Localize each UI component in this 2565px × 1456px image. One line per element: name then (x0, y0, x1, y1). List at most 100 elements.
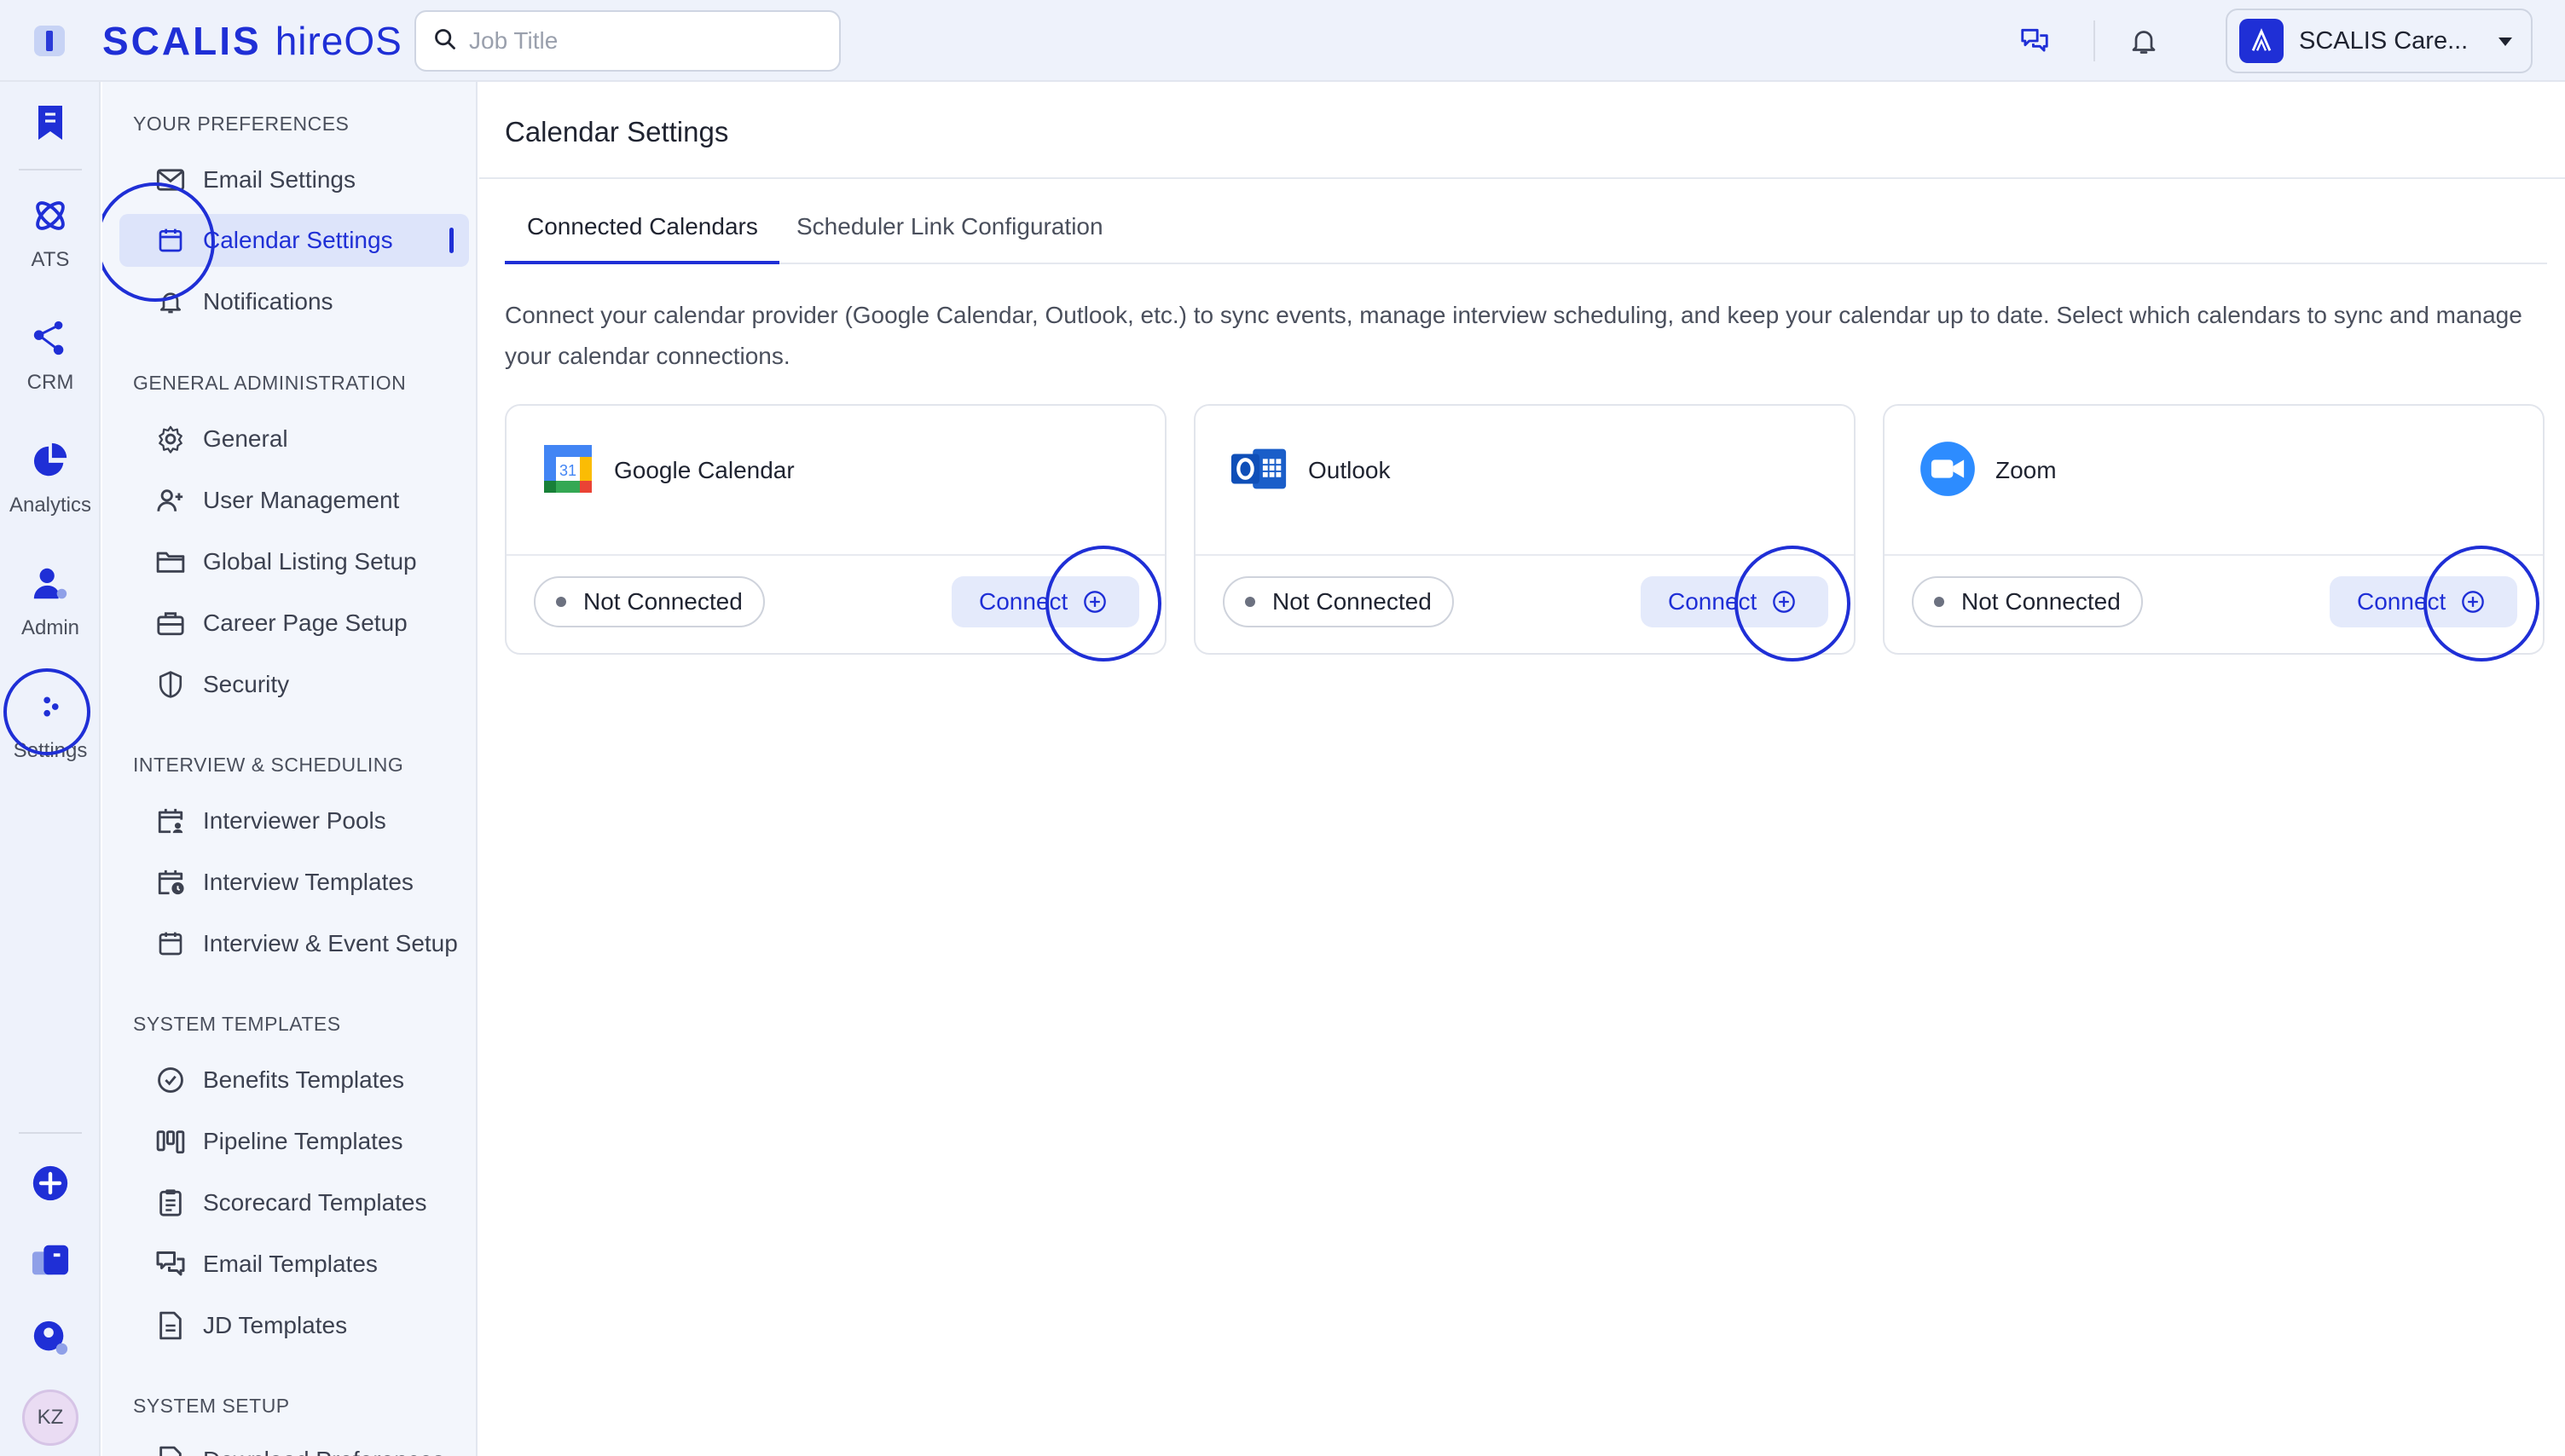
calendar-clock-icon (153, 865, 188, 899)
rail-item-create[interactable] (0, 1164, 101, 1206)
provider-name: Zoom (1995, 457, 2057, 483)
page-title: Calendar Settings (505, 116, 729, 147)
section-title-system-setup: SYSTEM SETUP (133, 1395, 290, 1417)
provider-card-outlook: Outlook Not Connected Connect (1194, 404, 1856, 662)
sidebar-toggle-icon[interactable] (34, 26, 65, 56)
sidebar-item-label: Interview Templates (203, 869, 414, 895)
messages-icon[interactable] (2016, 22, 2053, 60)
account-switcher[interactable]: SCALIS Care... (2226, 9, 2533, 73)
search-input[interactable] (469, 27, 827, 55)
sidebar-item-label: Benefits Templates (203, 1066, 405, 1093)
active-indicator (449, 228, 454, 253)
sidebar-item-user-management[interactable]: User Management (119, 474, 469, 527)
rail-item-analytics[interactable]: Analytics (0, 442, 101, 517)
user-plus-icon (153, 483, 188, 517)
tab-label: Connected Calendars (527, 213, 758, 240)
clipboard-icon (153, 1186, 188, 1220)
sidebar-item-label: Pipeline Templates (203, 1128, 403, 1154)
tab-label: Scheduler Link Configuration (796, 213, 1103, 240)
search-icon (433, 27, 457, 55)
avatar-initials: KZ (22, 1390, 78, 1446)
app-rail: ATS CRM Analytics Admin Settings KZ (0, 82, 101, 1456)
rail-item-profile-settings[interactable] (0, 1318, 101, 1361)
rail-item-inbox[interactable] (0, 1241, 101, 1283)
bell-icon[interactable] (2125, 22, 2163, 60)
rail-item-jobs[interactable] (0, 104, 101, 146)
card-divider (1196, 554, 1854, 556)
svg-text:31: 31 (559, 462, 576, 479)
sidebar-item-career-page-setup[interactable]: Career Page Setup (119, 597, 469, 650)
card-divider (507, 554, 1165, 556)
connect-label: Connect (2357, 588, 2446, 615)
status-text: Not Connected (1272, 588, 1432, 615)
connect-button-zoom[interactable]: Connect (2330, 576, 2517, 627)
plus-circle-icon (1772, 590, 1796, 614)
rail-item-settings[interactable]: Settings (0, 687, 101, 763)
topbar-divider (2093, 20, 2095, 61)
provider-name: Google Calendar (614, 457, 795, 483)
rail-divider (19, 1132, 82, 1134)
zoom-icon (1919, 440, 1977, 502)
sidebar-item-label: Email Settings (203, 166, 356, 193)
sidebar-item-label: Notifications (203, 288, 333, 315)
atom-icon (31, 196, 70, 240)
mail-icon (153, 163, 188, 197)
document-icon (153, 1443, 188, 1456)
connect-button-outlook[interactable]: Connect (1641, 576, 1828, 627)
user-avatar[interactable]: KZ (0, 1390, 101, 1446)
sidebar-item-notifications[interactable]: Notifications (119, 275, 469, 328)
plus-circle-icon (1083, 590, 1107, 614)
logo-product: hireOS (275, 19, 402, 63)
page-description: Connect your calendar provider (Google C… (505, 302, 2522, 369)
network-icon (31, 319, 70, 362)
sidebar-item-label: Security (203, 671, 290, 697)
section-title-preferences: YOUR PREFERENCES (133, 113, 350, 135)
sidebar-item-interview-event-setup[interactable]: Interview & Event Setup (119, 917, 469, 970)
calendar-user-icon (153, 804, 188, 838)
rail-item-ats[interactable]: ATS (0, 196, 101, 272)
calendar-icon (153, 927, 188, 961)
connect-label: Connect (979, 588, 1068, 615)
sidebar-item-email-settings[interactable]: Email Settings (119, 153, 469, 206)
pipeline-icon (153, 1124, 188, 1158)
rail-label-crm: CRM (26, 371, 74, 394)
tab-connected-calendars[interactable]: Connected Calendars (505, 210, 779, 264)
sidebar-item-email-templates[interactable]: Email Templates (119, 1238, 469, 1291)
sidebar-item-global-listing-setup[interactable]: Global Listing Setup (119, 535, 469, 588)
bell-icon (153, 285, 188, 319)
status-dot-icon (1245, 597, 1255, 607)
sidebar-item-benefits-templates[interactable]: Benefits Templates (119, 1054, 469, 1106)
sidebar-item-label: Calendar Settings (203, 227, 393, 253)
status-badge: Not Connected (1912, 576, 2143, 627)
google-calendar-icon: 31 (541, 442, 595, 500)
title-divider (479, 177, 2565, 179)
bookmark-icon (33, 104, 67, 146)
section-title-general-admin: GENERAL ADMINISTRATION (133, 372, 407, 394)
rail-label-admin: Admin (20, 616, 80, 639)
account-name: SCALIS Care... (2299, 26, 2469, 55)
app-logo[interactable]: SCALIS hireOS (102, 17, 402, 65)
sidebar-item-label: Interview & Event Setup (203, 930, 458, 956)
rail-item-admin[interactable]: Admin (0, 564, 101, 640)
outlook-icon (1230, 442, 1289, 500)
search-box[interactable] (414, 10, 841, 72)
rail-item-crm[interactable]: CRM (0, 319, 101, 395)
gear-icon (153, 422, 188, 456)
sidebar-item-calendar-settings[interactable]: Calendar Settings (119, 214, 469, 267)
sidebar-item-security[interactable]: Security (119, 658, 469, 711)
status-dot-icon (556, 597, 566, 607)
sidebar-item-jd-templates[interactable]: JD Templates (119, 1299, 469, 1352)
sidebar-item-scorecard-templates[interactable]: Scorecard Templates (119, 1176, 469, 1229)
sidebar-item-interviewer-pools[interactable]: Interviewer Pools (119, 794, 469, 847)
provider-card-zoom: Zoom Not Connected Connect (1883, 404, 2545, 662)
briefcase-icon (153, 606, 188, 640)
tab-scheduler-link-configuration[interactable]: Scheduler Link Configuration (796, 210, 1103, 264)
sidebar-item-label: Interviewer Pools (203, 807, 386, 834)
sidebar-item-download-preferences[interactable]: Download Preferences (119, 1434, 469, 1456)
sidebar-item-interview-templates[interactable]: Interview Templates (119, 856, 469, 909)
sidebar-item-label: Career Page Setup (203, 610, 408, 636)
connect-button-google-calendar[interactable]: Connect (952, 576, 1139, 627)
status-badge: Not Connected (1223, 576, 1454, 627)
sidebar-item-pipeline-templates[interactable]: Pipeline Templates (119, 1115, 469, 1168)
sidebar-item-general[interactable]: General (119, 413, 469, 465)
